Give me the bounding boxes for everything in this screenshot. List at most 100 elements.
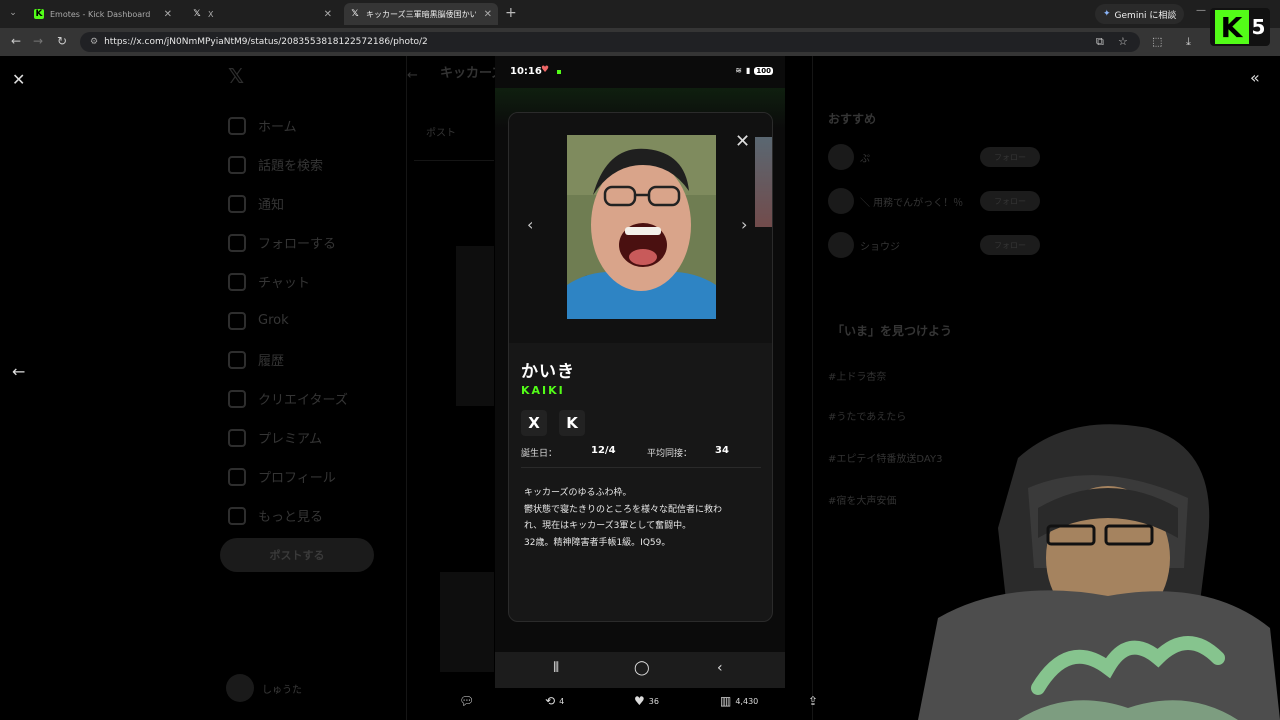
- trend-item: #宿を大声安価: [828, 496, 897, 507]
- card-next-chevron-icon[interactable]: ›: [741, 215, 747, 234]
- birthday-label: 誕生日：: [521, 449, 558, 459]
- double-chevron-left-icon[interactable]: «: [1250, 68, 1260, 87]
- avatar: [828, 232, 854, 258]
- status-green-dot: [557, 70, 561, 74]
- tab-search-icon[interactable]: ⌄: [6, 6, 20, 20]
- who-to-follow-heading: おすすめ: [828, 112, 877, 126]
- nav-label: フォローする: [258, 237, 337, 252]
- x-favicon-icon: 𝕏: [351, 9, 359, 19]
- post-media-placeholder: [456, 246, 494, 406]
- follow-button: フォロー: [980, 147, 1040, 167]
- reload-icon[interactable]: ↻: [54, 34, 70, 48]
- repost-count: 4: [559, 696, 565, 706]
- lightbox-prev-arrow-icon[interactable]: ←: [12, 362, 25, 381]
- follow-name: ＼ 用務でんがっく！％: [860, 197, 964, 209]
- profile-bio: キッカーズのゆるふわ枠。 鬱状態で寝たきりのところを様々な配信者に救わ れ、現在…: [524, 485, 764, 551]
- x-favicon-icon: 𝕏: [193, 9, 201, 19]
- tab-x[interactable]: 𝕏 X ✕: [186, 3, 338, 25]
- trend-item: #上ドラ杏奈: [828, 372, 887, 383]
- back-icon[interactable]: ←: [8, 34, 24, 48]
- home-circle-icon[interactable]: ◯: [634, 660, 650, 676]
- tab-kick-dashboard[interactable]: K Emotes - Kick Dashboard ✕: [28, 3, 178, 25]
- tab-close-icon[interactable]: ✕: [484, 9, 492, 20]
- install-icon[interactable]: ⧉: [1096, 35, 1104, 49]
- person-icon: [228, 467, 246, 486]
- reply-icon: 💬︎: [459, 694, 475, 708]
- repost-button[interactable]: ⟲ 4: [545, 694, 564, 708]
- back-chevron-icon[interactable]: ‹: [717, 660, 723, 676]
- nav-label: チャット: [258, 276, 310, 291]
- kick-favicon-icon: K: [34, 9, 44, 19]
- views-chart-icon: ▥: [720, 694, 732, 708]
- follow-suggestion: ＼ 用務でんがっく！％ フォロー: [828, 188, 1040, 214]
- x-posts-tab: ポスト: [426, 128, 456, 139]
- avatar: [828, 144, 854, 170]
- tab-close-icon[interactable]: ✕: [164, 9, 172, 20]
- notification-icon: ♥: [541, 65, 550, 75]
- nav-item-creators: クリエイターズ: [228, 379, 348, 418]
- post-media-placeholder: [440, 572, 494, 672]
- battery-level: 100: [754, 66, 773, 75]
- kick-social-icon[interactable]: K: [559, 410, 585, 436]
- download-icon[interactable]: ⤓: [1186, 35, 1191, 49]
- minimize-icon[interactable]: —: [1196, 5, 1206, 16]
- x-post-button: ポストする: [220, 538, 374, 572]
- gemini-button[interactable]: ✦ Gemini に相談: [1095, 4, 1185, 24]
- x-sidebar-nav: ホーム 話題を検索 通知 フォローする チャット Grok 履歴 クリエイターズ…: [228, 106, 348, 535]
- nav-item-follow: フォローする: [228, 223, 348, 262]
- recents-icon[interactable]: ⦀: [553, 660, 559, 676]
- heart-icon: ♥: [634, 694, 645, 708]
- lightbox-close-icon[interactable]: ✕: [12, 70, 25, 89]
- phone-status-bar: 10:16 ♥ ≋ ▮ 100: [495, 56, 785, 88]
- forward-icon[interactable]: →: [30, 34, 46, 48]
- avg-viewers-label: 平均同接：: [647, 449, 693, 459]
- follow-suggestion: ぷ フォロー: [828, 144, 1040, 170]
- follow-button: フォロー: [980, 235, 1040, 255]
- nav-item-home: ホーム: [228, 106, 348, 145]
- views-button[interactable]: ▥ 4,430: [720, 694, 758, 708]
- nav-item-chat: チャット: [228, 262, 348, 301]
- url-text: https://x.com/jN0NmMPyiaNtM9/status/2083…: [104, 37, 428, 47]
- bio-line: キッカーズのゆるふわ枠。: [524, 488, 632, 498]
- extensions-icon[interactable]: ⬚: [1152, 35, 1162, 48]
- android-nav-bar: ⦀ ◯ ‹: [495, 652, 785, 688]
- tab-title: キッカーズ三軍暗黒脳倭国かいき: [366, 9, 476, 19]
- nav-item-notifications: 通知: [228, 184, 348, 223]
- tab-current-post[interactable]: 𝕏 キッカーズ三軍暗黒脳倭国かいき ✕: [344, 3, 498, 25]
- share-button[interactable]: ⇪: [808, 694, 822, 708]
- avatar: [828, 188, 854, 214]
- nav-label: 話題を検索: [258, 159, 324, 174]
- like-button[interactable]: ♥ 36: [634, 694, 659, 708]
- follow-name: ぷ: [860, 153, 870, 165]
- card-photo-area: ✕ ‹ ›: [509, 113, 772, 343]
- follow-button: フォロー: [980, 191, 1040, 211]
- card-close-icon[interactable]: ✕: [735, 131, 750, 152]
- url-field[interactable]: ⚙ https://x.com/jN0NmMPyiaNtM9/status/20…: [80, 32, 1140, 52]
- x-logo-icon: 𝕏: [228, 64, 245, 88]
- bell-icon: [228, 194, 246, 213]
- site-info-icon[interactable]: ⚙: [90, 37, 98, 47]
- x-back-arrow-icon: ←: [407, 68, 418, 83]
- nav-label: ホーム: [258, 120, 297, 135]
- new-tab-button[interactable]: +: [505, 5, 517, 21]
- avg-viewers-value: 34: [715, 445, 729, 456]
- follow-suggestion: ショウジ フォロー: [828, 232, 1040, 258]
- person-add-icon: [228, 233, 246, 252]
- nav-item-premium: プレミアム: [228, 418, 348, 457]
- tab-close-icon[interactable]: ✕: [324, 9, 332, 20]
- rocket-icon: [228, 389, 246, 408]
- profile-name-en: KAIKI: [521, 384, 565, 397]
- x-social-icon[interactable]: X: [521, 410, 547, 436]
- profile-photo: [567, 135, 716, 319]
- kick-logo-icon: K: [1214, 10, 1249, 44]
- divider: [521, 467, 761, 468]
- webcam-overlay: [898, 418, 1280, 720]
- nav-label: Grok: [258, 313, 289, 328]
- card-prev-chevron-icon[interactable]: ‹: [527, 215, 533, 234]
- bookmark-icon: [228, 350, 246, 369]
- status-time: 10:16: [510, 66, 542, 77]
- chat-icon: [228, 272, 246, 291]
- wifi-icon: ≋: [735, 66, 742, 75]
- reply-button[interactable]: 💬︎: [459, 694, 478, 708]
- bookmark-star-icon[interactable]: ☆: [1118, 35, 1128, 48]
